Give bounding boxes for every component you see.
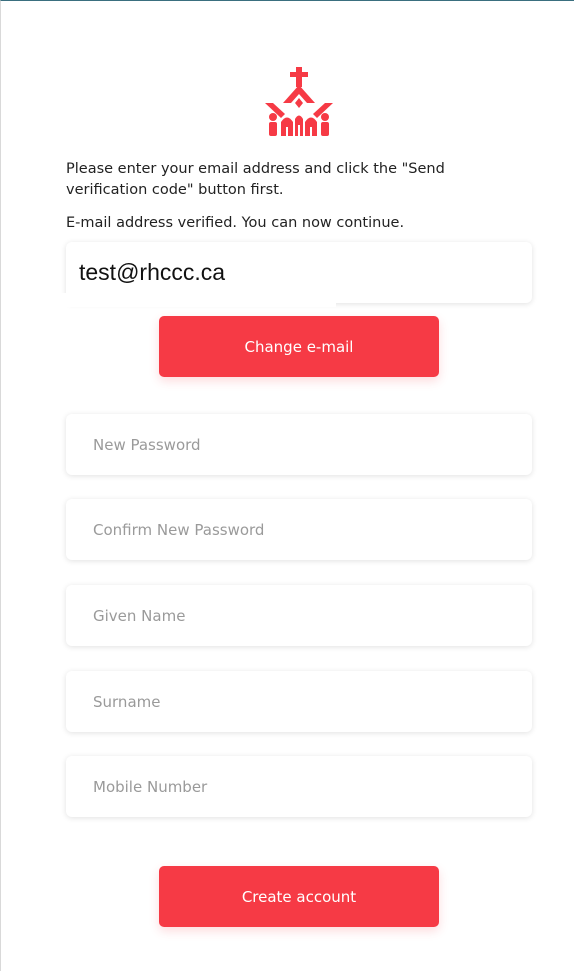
create-account-button[interactable]: Create account <box>159 866 439 927</box>
given-name-input[interactable] <box>66 585 532 646</box>
email-field-overlay <box>61 293 336 307</box>
confirm-password-input[interactable] <box>66 499 532 560</box>
intro-instructions: Please enter your email address and clic… <box>66 161 445 198</box>
signup-panel: Please enter your email address and clic… <box>0 0 574 971</box>
email-verified-message: E-mail address verified. You can now con… <box>66 215 405 231</box>
church-cross-logo-icon <box>265 67 333 136</box>
mobile-number-input[interactable] <box>66 756 532 817</box>
surname-input[interactable] <box>66 671 532 732</box>
new-password-input[interactable] <box>66 414 532 475</box>
change-email-button[interactable]: Change e-mail <box>159 316 439 377</box>
